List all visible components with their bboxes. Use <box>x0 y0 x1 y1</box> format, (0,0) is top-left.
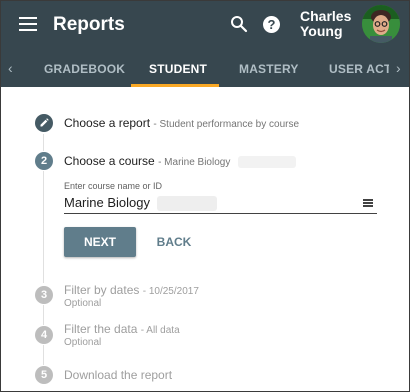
step-3-title[interactable]: Filter by dates - 10/25/2017 <box>64 283 199 297</box>
step-5-badge: 5 <box>35 366 53 384</box>
tab-bar: ‹ GRADEBOOK STUDENT MASTERY USER ACTI › <box>1 51 409 87</box>
step-3-summary: - 10/25/2017 <box>142 286 199 297</box>
step-4-summary: - All data <box>140 325 180 336</box>
course-field[interactable]: Marine Biology <box>64 195 217 212</box>
help-icon[interactable]: ? <box>263 16 280 33</box>
step-4-label: Filter the data <box>64 322 138 336</box>
app-frame: Reports ? Charles Young ‹ GRADEBOOK STUD… <box>0 0 410 392</box>
step-1-badge <box>35 114 53 132</box>
course-field-underline <box>64 213 377 214</box>
tab-gradebook[interactable]: GRADEBOOK <box>44 62 125 76</box>
search-icon[interactable] <box>230 15 248 33</box>
back-button[interactable]: BACK <box>151 227 197 257</box>
tab-scroll-left-icon[interactable]: ‹ <box>8 60 13 76</box>
top-app-bar: Reports ? Charles Young <box>1 1 409 51</box>
course-field-value: Marine Biology <box>64 195 150 210</box>
step-connector <box>43 305 44 325</box>
step-connector <box>43 345 44 365</box>
step-3-label: Filter by dates <box>64 283 140 297</box>
step-1-label: Choose a report <box>64 116 151 130</box>
menu-icon[interactable] <box>19 17 37 31</box>
course-field-label: Enter course name or ID <box>64 181 163 191</box>
step-3-badge: 3 <box>35 286 53 304</box>
step-connector <box>43 171 44 283</box>
tab-scroll-right-icon[interactable]: › <box>396 60 401 76</box>
tab-user-activity[interactable]: USER ACTI <box>329 62 389 76</box>
tab-student[interactable]: STUDENT <box>149 62 207 76</box>
next-button[interactable]: NEXT <box>64 227 136 257</box>
page-title: Reports <box>53 14 125 35</box>
step-4-title[interactable]: Filter the data - All data <box>64 322 180 336</box>
step-5-title[interactable]: Download the report <box>64 368 172 382</box>
redacted-text <box>237 155 296 168</box>
tab-mastery[interactable]: MASTERY <box>239 62 299 76</box>
pencil-icon <box>40 118 49 127</box>
step-2-badge: 2 <box>35 152 53 170</box>
user-name: Charles Young <box>300 8 352 39</box>
step-1-summary: - Student performance by course <box>153 119 300 130</box>
list-icon[interactable] <box>363 199 373 207</box>
redacted-text <box>156 196 217 212</box>
avatar[interactable] <box>362 5 400 43</box>
step-2-title[interactable]: Choose a course - Marine Biology <box>64 154 296 168</box>
step-2-label: Choose a course <box>64 154 155 168</box>
step-4-badge: 4 <box>35 326 53 344</box>
report-stepper: Choose a report - Student performance by… <box>1 87 409 391</box>
step-3-optional: Optional <box>64 298 102 309</box>
step-1-title[interactable]: Choose a report - Student performance by… <box>64 116 299 130</box>
step-5-label: Download the report <box>64 368 173 382</box>
step-2-summary: - Marine Biology <box>158 157 231 168</box>
step-connector <box>43 134 44 151</box>
step-4-optional: Optional <box>64 337 102 348</box>
